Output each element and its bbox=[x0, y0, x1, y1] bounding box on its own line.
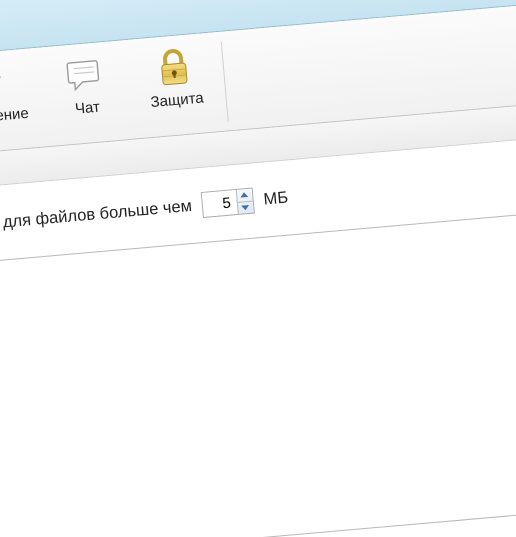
content-area: кбу хранения для файлов больше чем МБ bbox=[0, 134, 516, 537]
toolbar-label: Защита bbox=[150, 89, 204, 111]
filesize-threshold-label: кбу хранения для файлов больше чем bbox=[0, 196, 193, 241]
filesize-value-input[interactable] bbox=[202, 190, 238, 217]
chat-icon bbox=[62, 52, 108, 98]
compose-icon bbox=[0, 61, 3, 107]
toolbar-label: Составление bbox=[0, 105, 29, 130]
lock-icon bbox=[151, 44, 197, 90]
list-panel bbox=[0, 192, 516, 537]
filesize-spinbox[interactable] bbox=[201, 188, 255, 218]
spin-down-button[interactable] bbox=[238, 201, 254, 214]
filesize-unit-label: МБ bbox=[263, 188, 289, 209]
toolbar-label: Чат bbox=[74, 99, 100, 118]
toolbar-button-security[interactable]: Защита bbox=[127, 38, 225, 136]
toolbar-button-chat[interactable]: Чат bbox=[38, 46, 136, 144]
